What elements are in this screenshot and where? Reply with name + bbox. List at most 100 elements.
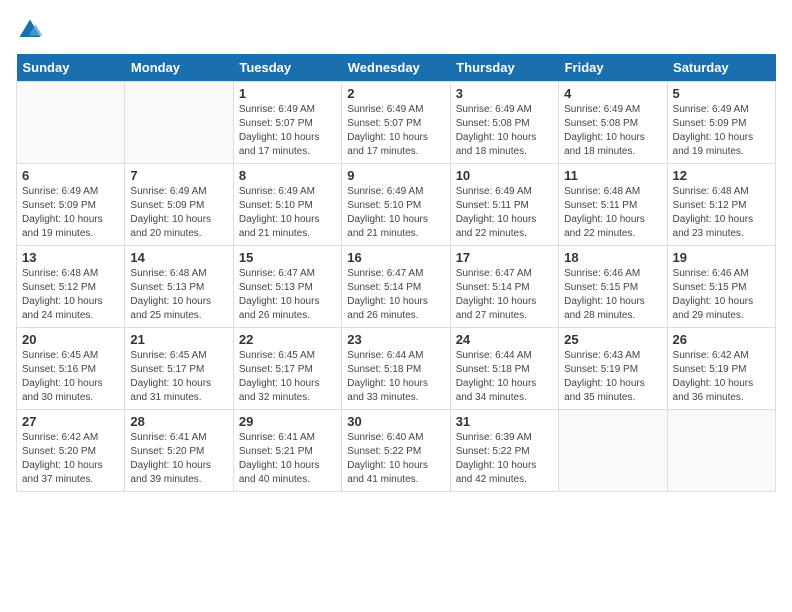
day-number: 13 [22,250,119,265]
calendar-cell: 30Sunrise: 6:40 AM Sunset: 5:22 PM Dayli… [342,410,450,492]
day-header-wednesday: Wednesday [342,54,450,82]
day-number: 17 [456,250,553,265]
day-info: Sunrise: 6:47 AM Sunset: 5:14 PM Dayligh… [456,267,553,323]
calendar-cell: 28Sunrise: 6:41 AM Sunset: 5:20 PM Dayli… [125,410,233,492]
logo [16,16,48,44]
day-info: Sunrise: 6:47 AM Sunset: 5:14 PM Dayligh… [347,267,444,323]
day-number: 31 [456,414,553,429]
day-info: Sunrise: 6:49 AM Sunset: 5:07 PM Dayligh… [239,103,336,159]
day-number: 19 [673,250,770,265]
day-header-friday: Friday [559,54,667,82]
calendar-cell: 19 Sunrise: 6:46 AM Sunset: 5:15 PM Dayli… [667,246,775,328]
day-number: 27 [22,414,119,429]
calendar-cell: 23Sunrise: 6:44 AM Sunset: 5:18 PM Dayli… [342,328,450,410]
calendar-cell: 18Sunrise: 6:46 AM Sunset: 5:15 PM Dayli… [559,246,667,328]
day-info: Sunrise: 6:48 AM Sunset: 5:12 PM Dayligh… [22,267,119,323]
day-info: Sunrise: 6:48 AM Sunset: 5:11 PM Dayligh… [564,185,661,241]
calendar-cell: 26 Sunrise: 6:42 AM Sunset: 5:19 PM Dayli… [667,328,775,410]
calendar-cell: 17 Sunrise: 6:47 AM Sunset: 5:14 PM Dayli… [450,246,558,328]
day-number: 22 [239,332,336,347]
day-number: 3 [456,86,553,101]
day-number: 18 [564,250,661,265]
calendar-cell: 5 Sunrise: 6:49 AM Sunset: 5:09 PM Daylig… [667,82,775,164]
day-header-monday: Monday [125,54,233,82]
calendar-cell: 14 Sunrise: 6:48 AM Sunset: 5:13 PM Dayli… [125,246,233,328]
calendar-cell: 21 Sunrise: 6:45 AM Sunset: 5:17 PM Dayli… [125,328,233,410]
day-number: 21 [130,332,227,347]
page-header [16,16,776,44]
day-number: 29 [239,414,336,429]
calendar-cell: 4 Sunrise: 6:49 AM Sunset: 5:08 PM Daylig… [559,82,667,164]
day-number: 2 [347,86,444,101]
day-info: Sunrise: 6:49 AM Sunset: 5:07 PM Dayligh… [347,103,444,159]
day-info: Sunrise: 6:49 AM Sunset: 5:09 PM Dayligh… [673,103,770,159]
day-number: 24 [456,332,553,347]
calendar-week-row: 6Sunrise: 6:49 AM Sunset: 5:09 PM Daylig… [17,164,776,246]
calendar-cell: 27 Sunrise: 6:42 AM Sunset: 5:20 PM Dayli… [17,410,125,492]
day-number: 9 [347,168,444,183]
day-number: 10 [456,168,553,183]
calendar-cell: 24Sunrise: 6:44 AM Sunset: 5:18 PM Dayli… [450,328,558,410]
day-info: Sunrise: 6:49 AM Sunset: 5:09 PM Dayligh… [22,185,119,241]
calendar-week-row: 13 Sunrise: 6:48 AM Sunset: 5:12 PM Dayli… [17,246,776,328]
logo-icon [16,16,44,44]
day-number: 4 [564,86,661,101]
day-number: 26 [673,332,770,347]
day-number: 12 [673,168,770,183]
day-number: 5 [673,86,770,101]
calendar-cell: 15 Sunrise: 6:47 AM Sunset: 5:13 PM Dayli… [233,246,341,328]
day-info: Sunrise: 6:49 AM Sunset: 5:08 PM Dayligh… [564,103,661,159]
day-info: Sunrise: 6:42 AM Sunset: 5:19 PM Dayligh… [673,349,770,405]
calendar-cell [17,82,125,164]
day-number: 7 [130,168,227,183]
calendar-cell [667,410,775,492]
day-info: Sunrise: 6:39 AM Sunset: 5:22 PM Dayligh… [456,431,553,487]
calendar-cell [559,410,667,492]
calendar-cell: 11Sunrise: 6:48 AM Sunset: 5:11 PM Dayli… [559,164,667,246]
calendar-cell: 8Sunrise: 6:49 AM Sunset: 5:10 PM Daylig… [233,164,341,246]
day-header-saturday: Saturday [667,54,775,82]
day-number: 15 [239,250,336,265]
day-number: 25 [564,332,661,347]
calendar-week-row: 27 Sunrise: 6:42 AM Sunset: 5:20 PM Dayli… [17,410,776,492]
day-number: 23 [347,332,444,347]
calendar-cell: 2 Sunrise: 6:49 AM Sunset: 5:07 PM Daylig… [342,82,450,164]
day-number: 14 [130,250,227,265]
day-info: Sunrise: 6:49 AM Sunset: 5:08 PM Dayligh… [456,103,553,159]
day-info: Sunrise: 6:43 AM Sunset: 5:19 PM Dayligh… [564,349,661,405]
calendar-week-row: 1Sunrise: 6:49 AM Sunset: 5:07 PM Daylig… [17,82,776,164]
calendar-cell: 3 Sunrise: 6:49 AM Sunset: 5:08 PM Daylig… [450,82,558,164]
calendar-cell: 7 Sunrise: 6:49 AM Sunset: 5:09 PM Daylig… [125,164,233,246]
day-info: Sunrise: 6:41 AM Sunset: 5:21 PM Dayligh… [239,431,336,487]
day-header-sunday: Sunday [17,54,125,82]
day-number: 20 [22,332,119,347]
day-info: Sunrise: 6:47 AM Sunset: 5:13 PM Dayligh… [239,267,336,323]
day-info: Sunrise: 6:41 AM Sunset: 5:20 PM Dayligh… [130,431,227,487]
day-info: Sunrise: 6:42 AM Sunset: 5:20 PM Dayligh… [22,431,119,487]
calendar-cell: 1Sunrise: 6:49 AM Sunset: 5:07 PM Daylig… [233,82,341,164]
calendar-cell: 29 Sunrise: 6:41 AM Sunset: 5:21 PM Dayli… [233,410,341,492]
day-header-tuesday: Tuesday [233,54,341,82]
day-info: Sunrise: 6:49 AM Sunset: 5:10 PM Dayligh… [347,185,444,241]
calendar-cell: 10Sunrise: 6:49 AM Sunset: 5:11 PM Dayli… [450,164,558,246]
calendar-cell: 22Sunrise: 6:45 AM Sunset: 5:17 PM Dayli… [233,328,341,410]
day-info: Sunrise: 6:45 AM Sunset: 5:16 PM Dayligh… [22,349,119,405]
calendar-cell: 9 Sunrise: 6:49 AM Sunset: 5:10 PM Daylig… [342,164,450,246]
calendar-cell: 31 Sunrise: 6:39 AM Sunset: 5:22 PM Dayli… [450,410,558,492]
calendar-table: SundayMondayTuesdayWednesdayThursdayFrid… [16,54,776,492]
calendar-cell: 25 Sunrise: 6:43 AM Sunset: 5:19 PM Dayli… [559,328,667,410]
calendar-cell: 20 Sunrise: 6:45 AM Sunset: 5:16 PM Dayli… [17,328,125,410]
day-info: Sunrise: 6:45 AM Sunset: 5:17 PM Dayligh… [130,349,227,405]
day-info: Sunrise: 6:49 AM Sunset: 5:10 PM Dayligh… [239,185,336,241]
day-info: Sunrise: 6:48 AM Sunset: 5:12 PM Dayligh… [673,185,770,241]
day-info: Sunrise: 6:49 AM Sunset: 5:09 PM Dayligh… [130,185,227,241]
calendar-cell: 16Sunrise: 6:47 AM Sunset: 5:14 PM Dayli… [342,246,450,328]
day-info: Sunrise: 6:48 AM Sunset: 5:13 PM Dayligh… [130,267,227,323]
calendar-week-row: 20 Sunrise: 6:45 AM Sunset: 5:16 PM Dayli… [17,328,776,410]
calendar-body: 1Sunrise: 6:49 AM Sunset: 5:07 PM Daylig… [17,82,776,492]
day-info: Sunrise: 6:40 AM Sunset: 5:22 PM Dayligh… [347,431,444,487]
day-info: Sunrise: 6:46 AM Sunset: 5:15 PM Dayligh… [673,267,770,323]
day-header-thursday: Thursday [450,54,558,82]
calendar-cell: 6Sunrise: 6:49 AM Sunset: 5:09 PM Daylig… [17,164,125,246]
calendar-cell: 13 Sunrise: 6:48 AM Sunset: 5:12 PM Dayli… [17,246,125,328]
